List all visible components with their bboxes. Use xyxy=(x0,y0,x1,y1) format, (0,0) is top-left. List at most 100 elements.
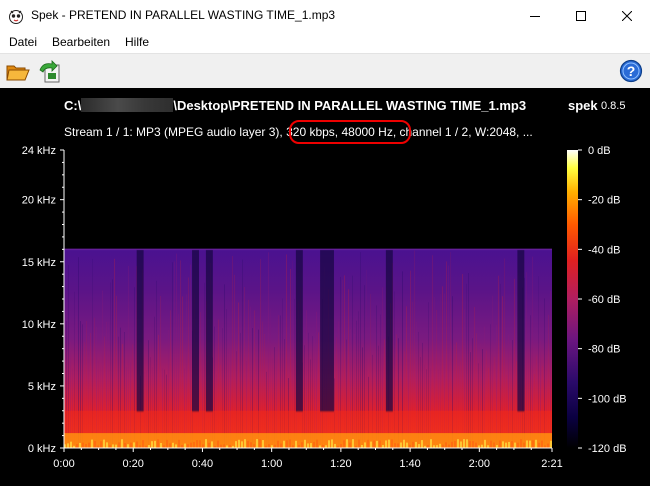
bass-peak xyxy=(403,439,405,448)
colorbar-tick-label: -40 dB xyxy=(588,244,620,256)
bass-peak xyxy=(277,440,279,448)
bass-peak xyxy=(205,439,207,448)
bass-peak xyxy=(262,440,264,448)
bass-peak xyxy=(196,440,198,448)
bass-peak xyxy=(463,439,465,448)
bass-peak xyxy=(454,441,456,448)
y-tick-label: 24 kHz xyxy=(22,145,56,157)
bass-peak xyxy=(367,439,369,448)
bass-peak xyxy=(472,441,474,448)
bass-peak xyxy=(244,439,246,448)
bass-peak xyxy=(85,444,87,448)
bass-peak xyxy=(397,443,399,448)
colorbar-tick-label: -120 dB xyxy=(588,443,627,455)
bass-peak xyxy=(316,439,318,448)
bass-peak xyxy=(475,442,477,448)
bass-peak xyxy=(466,439,468,448)
toolbar: ? xyxy=(0,53,650,88)
spectrogram-plot[interactable] xyxy=(64,248,552,448)
bass-peak xyxy=(346,439,348,448)
bass-peak xyxy=(328,440,330,448)
bass-peak xyxy=(268,444,270,448)
bass-peak xyxy=(256,439,258,448)
bass-peak xyxy=(541,440,543,448)
save-export-icon xyxy=(39,60,60,83)
x-tick-label: 0:00 xyxy=(53,458,74,470)
x-tick-label: 1:00 xyxy=(261,458,282,470)
bass-peak xyxy=(412,441,414,448)
menu-bar: Datei Bearbeiten Hilfe xyxy=(0,32,650,52)
colorbar-tick-label: -20 dB xyxy=(588,195,620,207)
bass-peak xyxy=(199,440,201,448)
bass-peak xyxy=(439,443,441,448)
bass-peak xyxy=(253,444,255,448)
menu-datei[interactable]: Datei xyxy=(9,35,37,49)
close-button[interactable] xyxy=(604,0,650,32)
bass-peak xyxy=(223,444,225,448)
bass-peak xyxy=(235,441,237,448)
bass-peak xyxy=(448,444,450,448)
maximize-button[interactable] xyxy=(558,0,604,32)
bass-peak xyxy=(133,442,135,448)
bass-peak xyxy=(418,444,420,448)
bass-peak xyxy=(259,439,261,448)
colorbar-tick-label: 0 dB xyxy=(588,145,611,157)
help-button[interactable]: ? xyxy=(619,59,645,85)
x-tick-label: 2:21 xyxy=(541,458,562,470)
bass-peak xyxy=(238,439,240,448)
bass-peak xyxy=(517,442,519,448)
bass-peak xyxy=(343,440,345,448)
bass-peak xyxy=(385,440,387,448)
svg-text:?: ? xyxy=(627,63,636,79)
minimize-button[interactable] xyxy=(512,0,558,32)
x-tick-label: 1:40 xyxy=(399,458,420,470)
window-title: Spek - PRETEND IN PARALLEL WASTING TIME_… xyxy=(31,8,336,22)
bass-peak xyxy=(340,444,342,448)
bass-peak xyxy=(469,441,471,448)
bass-peak xyxy=(169,443,171,448)
y-tick-label: 0 kHz xyxy=(28,443,56,455)
open-folder-icon xyxy=(6,65,30,81)
bass-peak xyxy=(154,440,156,448)
colorbar-tick-label: -60 dB xyxy=(588,294,620,306)
colorbar-tick-label: -100 dB xyxy=(588,393,627,405)
bass-peak xyxy=(511,441,513,448)
minimize-icon xyxy=(530,16,540,17)
spek-app-icon[interactable] xyxy=(8,8,24,24)
bass-peak xyxy=(136,441,138,448)
spectrogram-view: C:\ \Desktop\PRETEND IN PARALLEL WASTING … xyxy=(0,88,650,486)
bass-peak xyxy=(130,442,132,448)
bass-peak xyxy=(106,442,108,448)
bass-peak xyxy=(70,441,72,448)
help-icon: ? xyxy=(619,59,643,83)
bass-peak xyxy=(457,439,459,448)
open-file-button[interactable] xyxy=(5,59,31,85)
bass-peak xyxy=(445,442,447,448)
bass-peak xyxy=(334,443,336,448)
bass-peak xyxy=(103,439,105,448)
bass-peak xyxy=(523,442,525,448)
bass-peak xyxy=(304,439,306,448)
bass-peak xyxy=(160,442,162,448)
menu-hilfe[interactable]: Hilfe xyxy=(125,35,149,49)
bass-peak xyxy=(211,441,213,448)
menu-bearbeiten[interactable]: Bearbeiten xyxy=(52,35,110,49)
bass-peak xyxy=(151,441,153,448)
bass-peak xyxy=(82,442,84,448)
colorbar-tick-label: -80 dB xyxy=(588,344,620,356)
bass-peak xyxy=(118,442,120,448)
bass-peak xyxy=(100,441,102,448)
bass-peak xyxy=(364,442,366,448)
bass-peak xyxy=(376,440,378,448)
bass-peak xyxy=(358,439,360,448)
save-export-button[interactable] xyxy=(37,59,63,85)
bass-peak xyxy=(502,441,504,448)
bass-peak xyxy=(550,440,552,448)
bass-peak xyxy=(520,439,522,448)
bass-peak xyxy=(280,443,282,448)
bass-peak xyxy=(94,441,96,448)
bass-peak xyxy=(331,439,333,448)
bass-peak xyxy=(124,443,126,448)
low-band xyxy=(64,410,552,434)
bass-peak xyxy=(208,442,210,448)
